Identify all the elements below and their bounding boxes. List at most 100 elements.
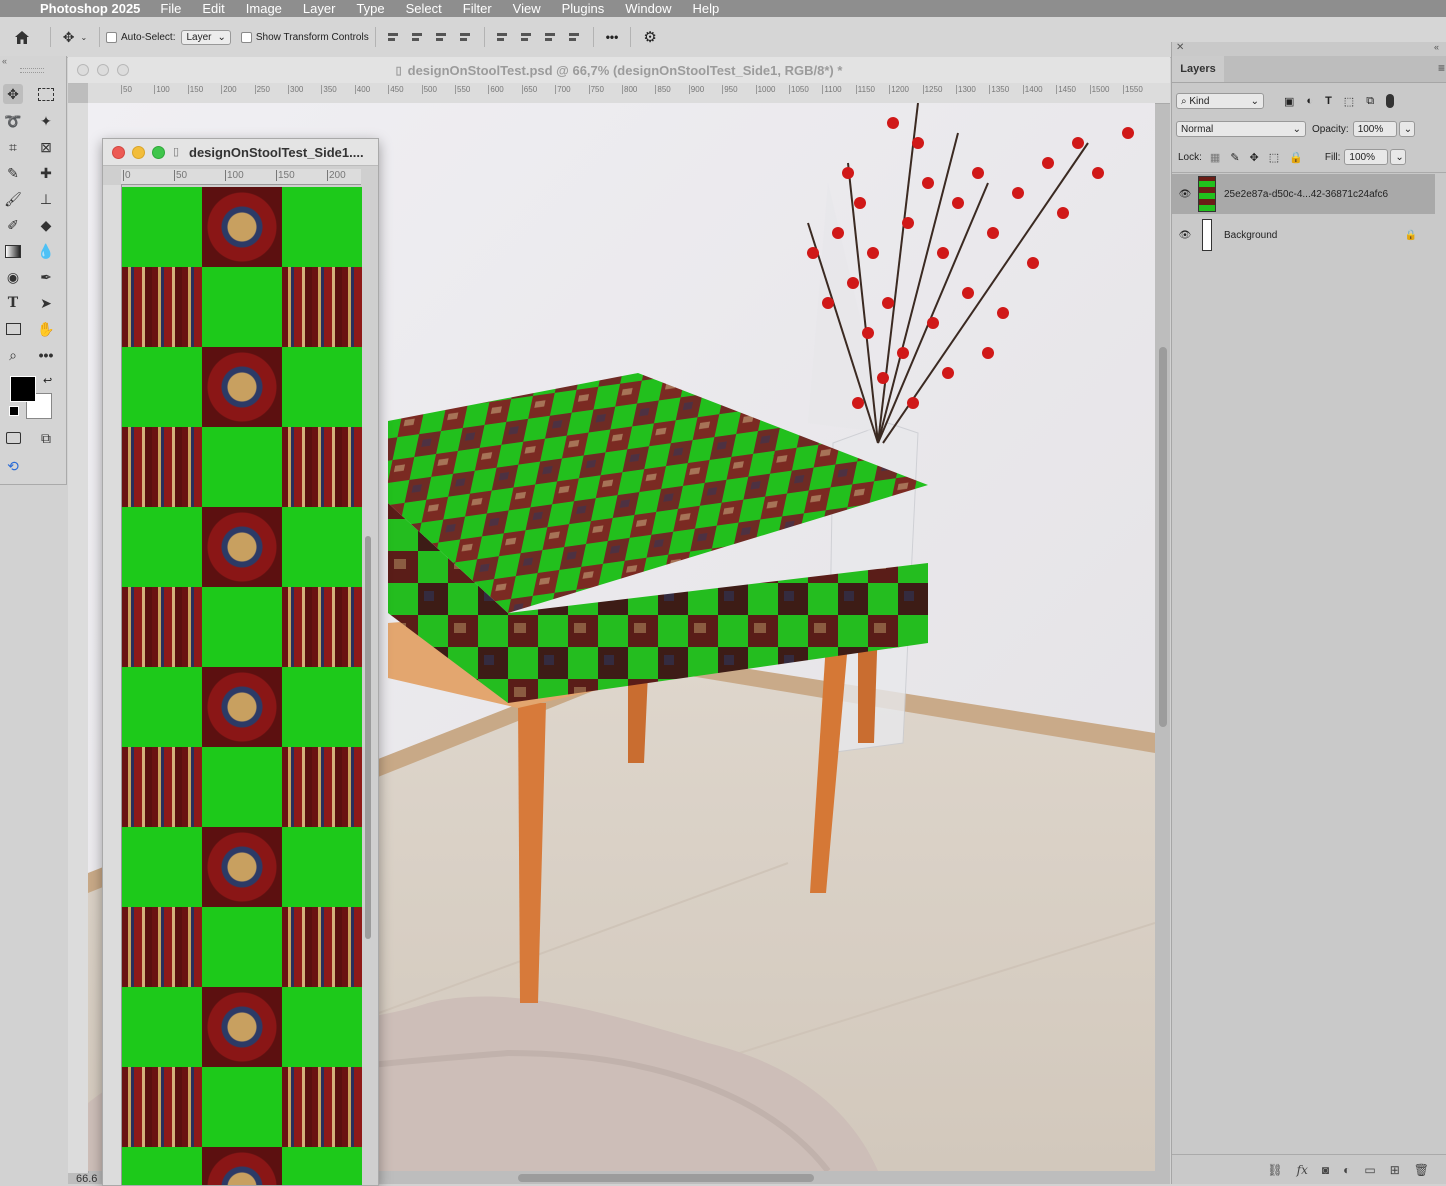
more-options-icon[interactable]: ••• bbox=[606, 30, 619, 44]
filter-pixel-icon[interactable]: ▣ bbox=[1284, 95, 1294, 108]
menu-image[interactable]: Image bbox=[246, 1, 282, 16]
grip-icon[interactable] bbox=[20, 68, 44, 73]
floating-vertical-ruler[interactable] bbox=[103, 185, 122, 1185]
stamp-tool-icon[interactable]: ⊥ bbox=[36, 189, 56, 209]
fill-slider-toggle[interactable]: ⌄ bbox=[1390, 149, 1407, 165]
align-left-icon[interactable] bbox=[387, 31, 400, 43]
brush-tool-icon[interactable]: 🖌 bbox=[3, 189, 23, 209]
minimize-doc-button[interactable] bbox=[97, 64, 109, 76]
align-center-icon[interactable] bbox=[411, 31, 424, 43]
lock-position-icon[interactable]: ✥ bbox=[1250, 151, 1259, 164]
filter-smart-object-icon[interactable]: ⧉ bbox=[1366, 95, 1374, 108]
new-group-icon[interactable]: ▭ bbox=[1364, 1163, 1375, 1177]
pen-tool-icon[interactable]: ✒ bbox=[36, 267, 56, 287]
screen-mode-icon[interactable]: ⧉ bbox=[36, 428, 56, 448]
visibility-eye-icon[interactable]: 👁 bbox=[1172, 230, 1198, 241]
healing-brush-icon[interactable]: ✚ bbox=[36, 163, 56, 183]
menu-select[interactable]: Select bbox=[406, 1, 442, 16]
floating-horizontal-ruler[interactable]: 0 50 100 150 200 bbox=[121, 169, 361, 185]
distribute-vertical-icon[interactable] bbox=[568, 31, 581, 43]
close-window-button[interactable] bbox=[112, 146, 125, 159]
side-texture-preview[interactable] bbox=[122, 187, 362, 1185]
lock-image-icon[interactable]: ✎ bbox=[1230, 151, 1239, 164]
auto-select-checkbox[interactable] bbox=[106, 31, 117, 43]
opacity-slider-toggle[interactable]: ⌄ bbox=[1398, 121, 1415, 137]
path-selection-icon[interactable]: ➤ bbox=[36, 293, 56, 313]
filter-shape-icon[interactable]: ⬚ bbox=[1344, 95, 1354, 108]
align-middle-icon[interactable] bbox=[520, 31, 533, 43]
type-tool-icon[interactable]: T bbox=[3, 293, 23, 313]
generative-icon[interactable]: ⟲ bbox=[3, 456, 23, 476]
filter-toggle[interactable] bbox=[1386, 94, 1395, 108]
close-doc-button[interactable] bbox=[77, 64, 89, 76]
show-transform-checkbox[interactable] bbox=[240, 31, 252, 43]
quick-mask-icon[interactable] bbox=[3, 428, 23, 448]
marquee-tool-icon[interactable] bbox=[36, 84, 56, 104]
menu-filter[interactable]: Filter bbox=[463, 1, 492, 16]
vertical-ruler[interactable] bbox=[68, 103, 89, 1173]
default-colors-icon[interactable] bbox=[9, 406, 19, 416]
menu-edit[interactable]: Edit bbox=[202, 1, 224, 16]
filter-kind-dropdown[interactable]: ⌕ Kind ⌄ bbox=[1176, 93, 1264, 109]
move-tool-icon[interactable]: ✥ bbox=[3, 84, 23, 104]
eraser-tool-icon[interactable]: ◆ bbox=[36, 215, 56, 235]
collapse-icon[interactable]: « bbox=[2, 56, 7, 66]
crop-tool-icon[interactable]: ⌗ bbox=[3, 137, 23, 157]
auto-select-dropdown[interactable]: Layer ⌄ bbox=[181, 29, 231, 45]
move-tool-preset-icon[interactable]: ✥ ⌄ bbox=[57, 25, 93, 49]
filter-adjustment-icon[interactable]: ◐ bbox=[1306, 95, 1313, 107]
dodge-tool-icon[interactable]: ◉ bbox=[3, 267, 23, 287]
minimize-window-button[interactable] bbox=[132, 146, 145, 159]
zoom-level[interactable]: 66.6 bbox=[76, 1173, 97, 1185]
fill-input[interactable]: 100% bbox=[1344, 149, 1389, 165]
frame-tool-icon[interactable]: ⊠ bbox=[36, 137, 56, 157]
add-mask-icon[interactable]: ◙ bbox=[1322, 1163, 1329, 1177]
menu-window[interactable]: Window bbox=[625, 1, 671, 16]
lock-all-icon[interactable]: 🔒 bbox=[1289, 151, 1303, 164]
horizontal-ruler[interactable]: 50 100 150 200 250 300 350 400 450 500 550 600 650 70… bbox=[88, 83, 1170, 104]
gradient-tool-icon[interactable] bbox=[3, 241, 23, 261]
menu-view[interactable]: View bbox=[513, 1, 541, 16]
horizontal-scrollbar[interactable] bbox=[518, 1174, 814, 1182]
floating-window-titlebar[interactable]: ▯ designOnStoolTest_Side1.... bbox=[103, 139, 378, 166]
menu-type[interactable]: Type bbox=[356, 1, 384, 16]
more-tools-icon[interactable]: ••• bbox=[36, 345, 56, 365]
vertical-scrollbar[interactable] bbox=[1159, 347, 1167, 727]
app-menu[interactable]: Photoshop 2025 bbox=[40, 1, 140, 16]
collapse-icon[interactable]: « bbox=[1434, 42, 1439, 52]
opacity-input[interactable]: 100% bbox=[1352, 121, 1397, 137]
lock-transparent-icon[interactable]: ▦ bbox=[1210, 151, 1220, 164]
blur-tool-icon[interactable]: 💧 bbox=[36, 241, 56, 261]
gear-icon[interactable]: ⚙ bbox=[643, 28, 656, 46]
lasso-tool-icon[interactable]: ➰ bbox=[3, 111, 23, 131]
history-brush-icon[interactable]: ✐ bbox=[3, 215, 23, 235]
zoom-window-button[interactable] bbox=[152, 146, 165, 159]
zoom-tool-icon[interactable]: ⌕ bbox=[3, 345, 23, 365]
adjustment-layer-icon[interactable]: ◐ bbox=[1343, 1163, 1350, 1177]
menu-file[interactable]: File bbox=[160, 1, 181, 16]
panel-menu-icon[interactable]: ≡ bbox=[1438, 61, 1445, 75]
menu-layer[interactable]: Layer bbox=[303, 1, 336, 16]
align-bottom-icon[interactable] bbox=[544, 31, 557, 43]
blend-mode-dropdown[interactable]: Normal ⌄ bbox=[1176, 121, 1306, 137]
close-icon[interactable]: ✕ bbox=[1176, 42, 1184, 53]
hand-tool-icon[interactable]: ✋ bbox=[36, 319, 56, 339]
visibility-eye-icon[interactable]: 👁 bbox=[1172, 189, 1198, 200]
foreground-color-swatch[interactable] bbox=[10, 376, 36, 402]
align-top-icon[interactable] bbox=[496, 31, 509, 43]
delete-layer-icon[interactable]: 🗑 bbox=[1414, 1163, 1429, 1177]
swap-colors-icon[interactable]: ↩ bbox=[43, 374, 52, 387]
home-icon[interactable] bbox=[0, 25, 44, 49]
floating-vertical-scrollbar[interactable] bbox=[365, 536, 371, 939]
rectangle-tool-icon[interactable] bbox=[3, 319, 23, 339]
eyedropper-icon[interactable]: ✎ bbox=[3, 163, 23, 183]
new-layer-icon[interactable]: ⊞ bbox=[1390, 1163, 1400, 1177]
align-right-icon[interactable] bbox=[435, 31, 448, 43]
lock-artboard-icon[interactable]: ⬚ bbox=[1269, 151, 1279, 164]
magic-wand-icon[interactable]: ✦ bbox=[36, 111, 56, 131]
layer-style-icon[interactable]: fx bbox=[1297, 1163, 1308, 1177]
layer-row-smart-object[interactable]: 👁 25e2e87a-d50c-4...42-36871c24afc6 bbox=[1172, 174, 1435, 214]
distribute-horizontal-icon[interactable] bbox=[459, 31, 472, 43]
tab-layers[interactable]: Layers bbox=[1172, 56, 1224, 82]
filter-type-icon[interactable]: T bbox=[1325, 95, 1332, 107]
